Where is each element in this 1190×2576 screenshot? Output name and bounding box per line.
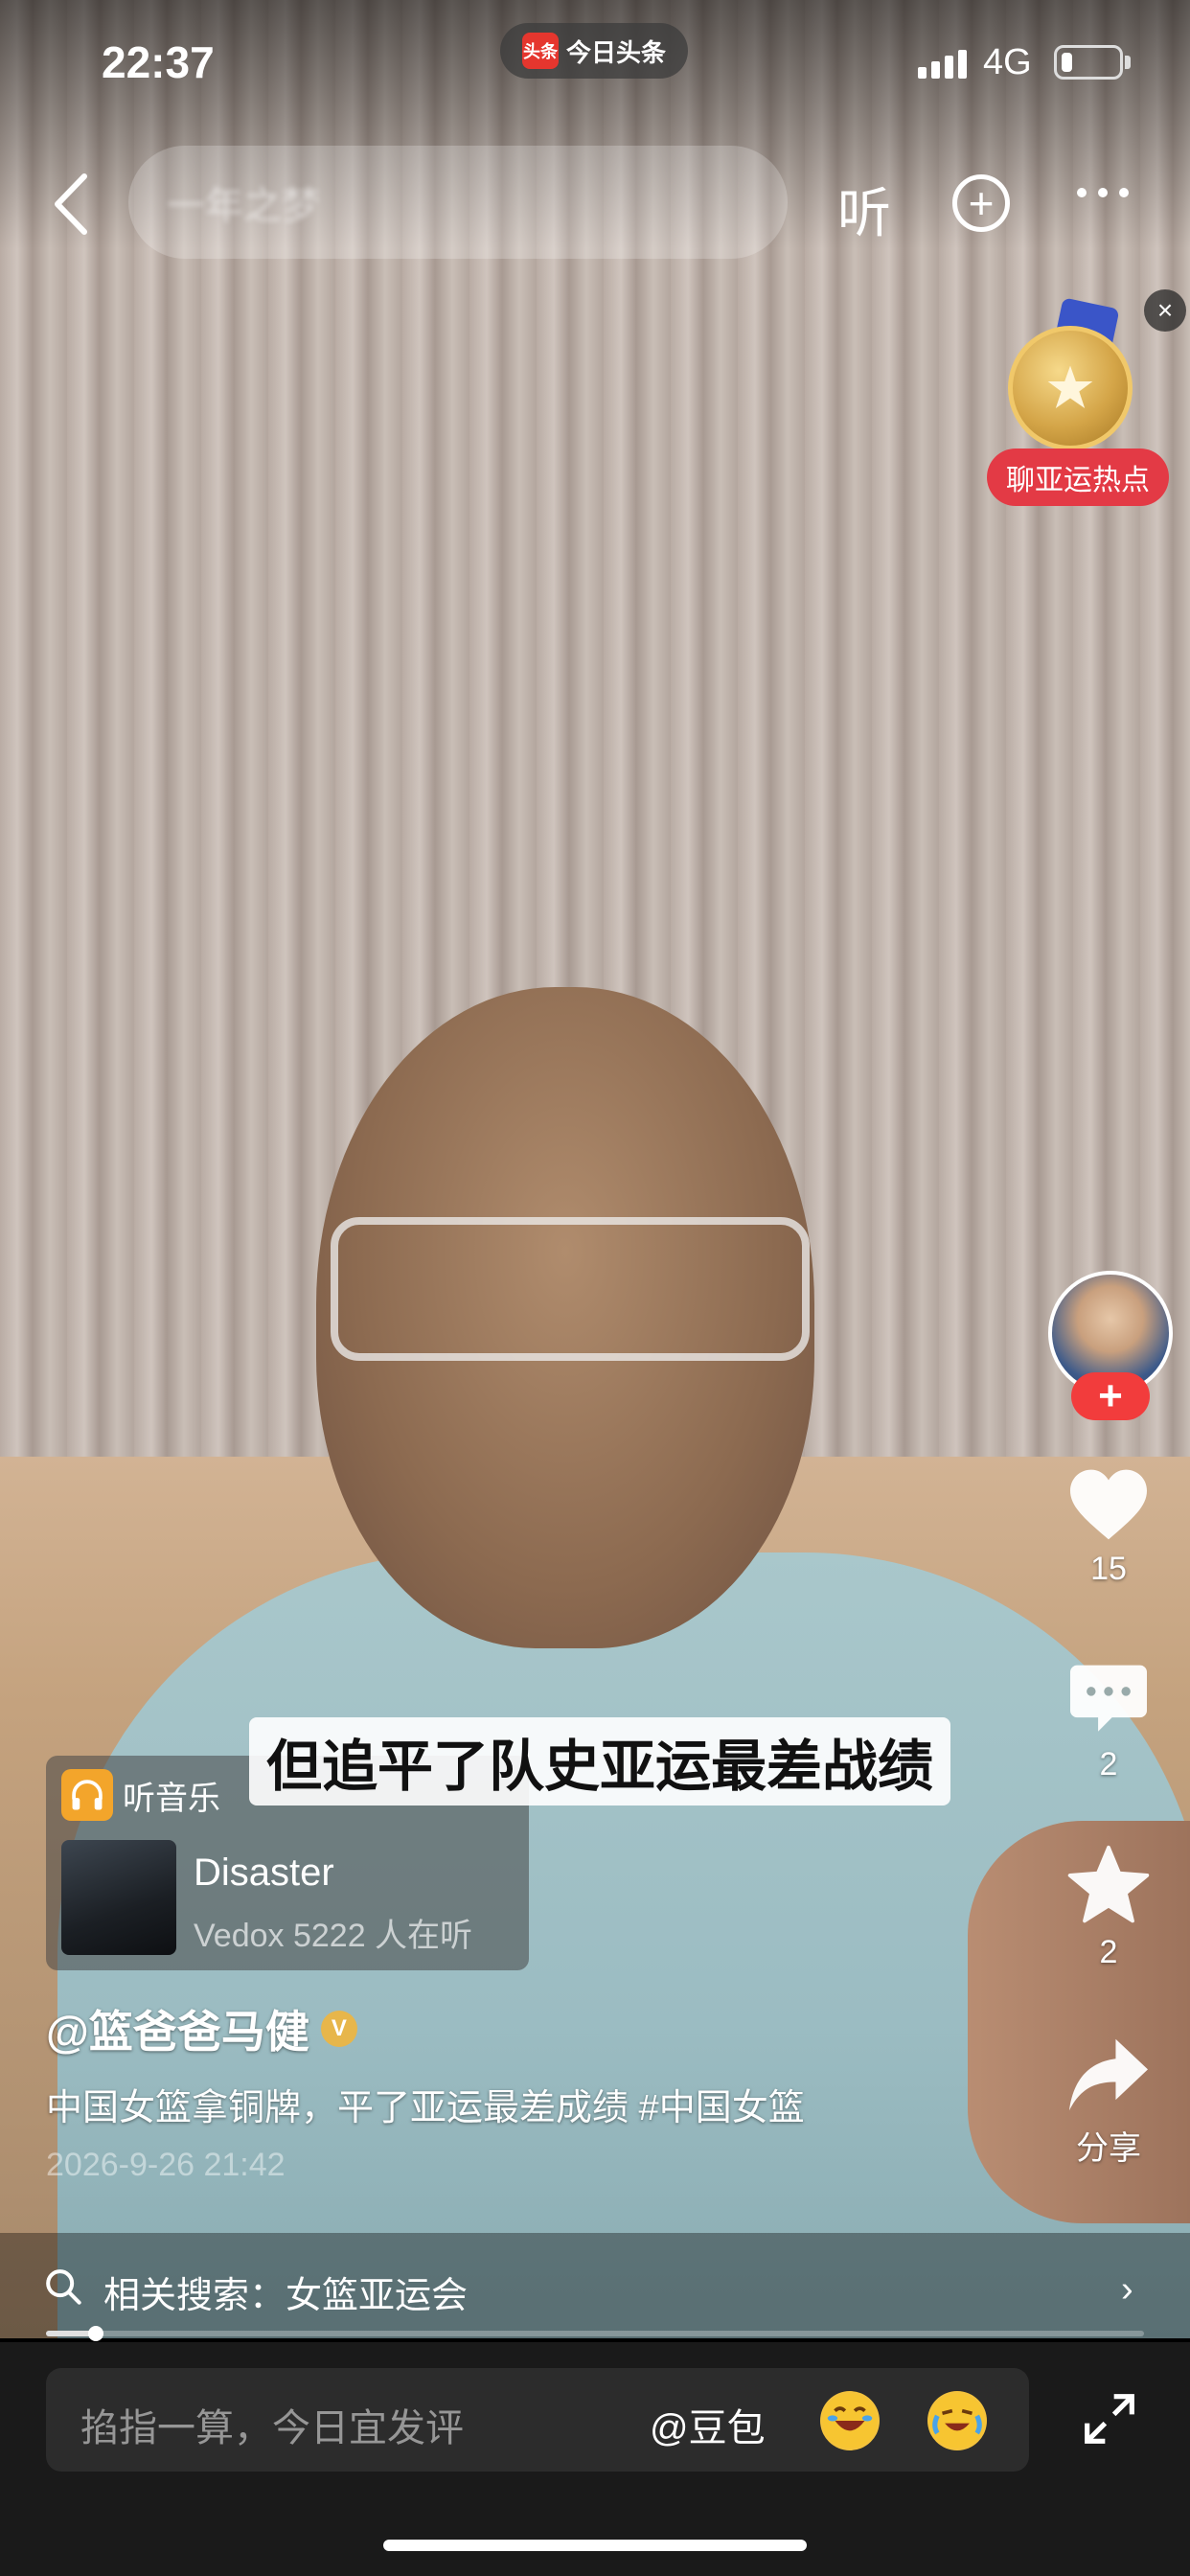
expand-icon[interactable] <box>1083 2392 1136 2446</box>
heart-icon <box>1070 1469 1147 1540</box>
dot-icon <box>1119 188 1129 197</box>
battery-icon <box>1054 45 1123 80</box>
author-row[interactable]: @篮爸爸马健 V <box>46 1997 357 2060</box>
star-icon <box>1047 365 1093 408</box>
search-text: 一年之梦 <box>167 185 320 227</box>
signal-icon <box>918 48 970 79</box>
more-options-button[interactable] <box>1077 188 1129 197</box>
share-button[interactable]: 分享 <box>1054 2036 1163 2169</box>
comment-count: 2 <box>1099 1746 1118 1782</box>
related-search-bar[interactable]: 相关搜索：女篮亚运会 › <box>0 2233 1190 2338</box>
author-name[interactable]: @篮爸爸马健 <box>46 1997 309 2060</box>
status-time: 22:37 <box>102 37 215 87</box>
listen-button[interactable]: 听 <box>837 171 891 248</box>
favorite-button[interactable]: 2 <box>1054 1844 1163 1971</box>
post-description[interactable]: 中国女篮拿铜牌，平了亚运最差成绩 #中国女篮 <box>46 2078 805 2130</box>
add-button[interactable]: + <box>952 174 1010 232</box>
medal-icon[interactable] <box>1008 326 1133 450</box>
album-cover <box>61 1840 176 1955</box>
music-header: 听音乐 <box>61 1769 220 1821</box>
follow-button[interactable]: + <box>1071 1372 1150 1420</box>
comment-input[interactable]: 掐指一算，今日宜发评 @豆包 <box>46 2368 1029 2472</box>
app-indicator-pill[interactable]: 头条 今日头条 <box>500 23 688 79</box>
plus-icon: + <box>968 178 995 228</box>
related-search-text: 相关搜索：女篮亚运会 <box>103 2276 469 2316</box>
home-indicator <box>383 2540 807 2551</box>
battery-tip <box>1125 56 1131 69</box>
battery-level <box>1062 53 1073 72</box>
video-progress-handle[interactable] <box>87 2326 103 2341</box>
dot-icon <box>1098 188 1108 197</box>
comment-placeholder: 掐指一算，今日宜发评 <box>80 2407 464 2450</box>
music-title: Disaster <box>194 1852 334 1894</box>
like-button[interactable]: 15 <box>1054 1466 1163 1588</box>
promo-close-button[interactable]: × <box>1144 289 1186 332</box>
music-listeners: Vedox 5222 人在听 <box>194 1918 473 1954</box>
promo-label[interactable]: 聊亚运热点 <box>987 448 1169 506</box>
video-subtitle: 但追平了队史亚运最差战绩 <box>249 1717 951 1806</box>
like-count: 15 <box>1090 1551 1127 1587</box>
share-label: 分享 <box>1076 2130 1141 2167</box>
dot-icon <box>1077 188 1087 197</box>
search-icon <box>46 2269 81 2305</box>
bottom-bar: 掐指一算，今日宜发评 @豆包 <box>0 2342 1190 2576</box>
crying-laughing-emoji-icon[interactable] <box>927 2391 987 2450</box>
chevron-right-icon: › <box>1121 2269 1133 2310</box>
search-input[interactable]: 一年之梦 <box>128 146 788 259</box>
headphones-icon <box>61 1769 113 1821</box>
status-bar: 22:37 头条 今日头条 4G <box>0 0 1190 125</box>
favorite-count: 2 <box>1099 1934 1118 1970</box>
comment-button[interactable]: 2 <box>1054 1662 1163 1783</box>
star-icon <box>1067 1845 1150 1923</box>
mention-doubao-button[interactable]: @豆包 <box>650 2397 766 2452</box>
verified-badge-icon: V <box>320 2011 357 2047</box>
laughing-emoji-icon[interactable] <box>820 2391 880 2450</box>
app-name: 今日头条 <box>565 37 666 67</box>
video-person-glasses <box>331 1217 810 1361</box>
music-header-label: 听音乐 <box>123 1780 220 1817</box>
comment-bubble-icon <box>1070 1665 1147 1732</box>
network-type: 4G <box>983 42 1032 82</box>
toutiao-logo-icon: 头条 <box>521 33 559 69</box>
post-date: 2026-9-26 21:42 <box>46 2147 286 2183</box>
chevron-left-icon <box>55 173 87 235</box>
back-button[interactable] <box>48 171 96 238</box>
video-progress-bar[interactable] <box>46 2326 1144 2341</box>
share-arrow-icon <box>1069 2038 1148 2111</box>
